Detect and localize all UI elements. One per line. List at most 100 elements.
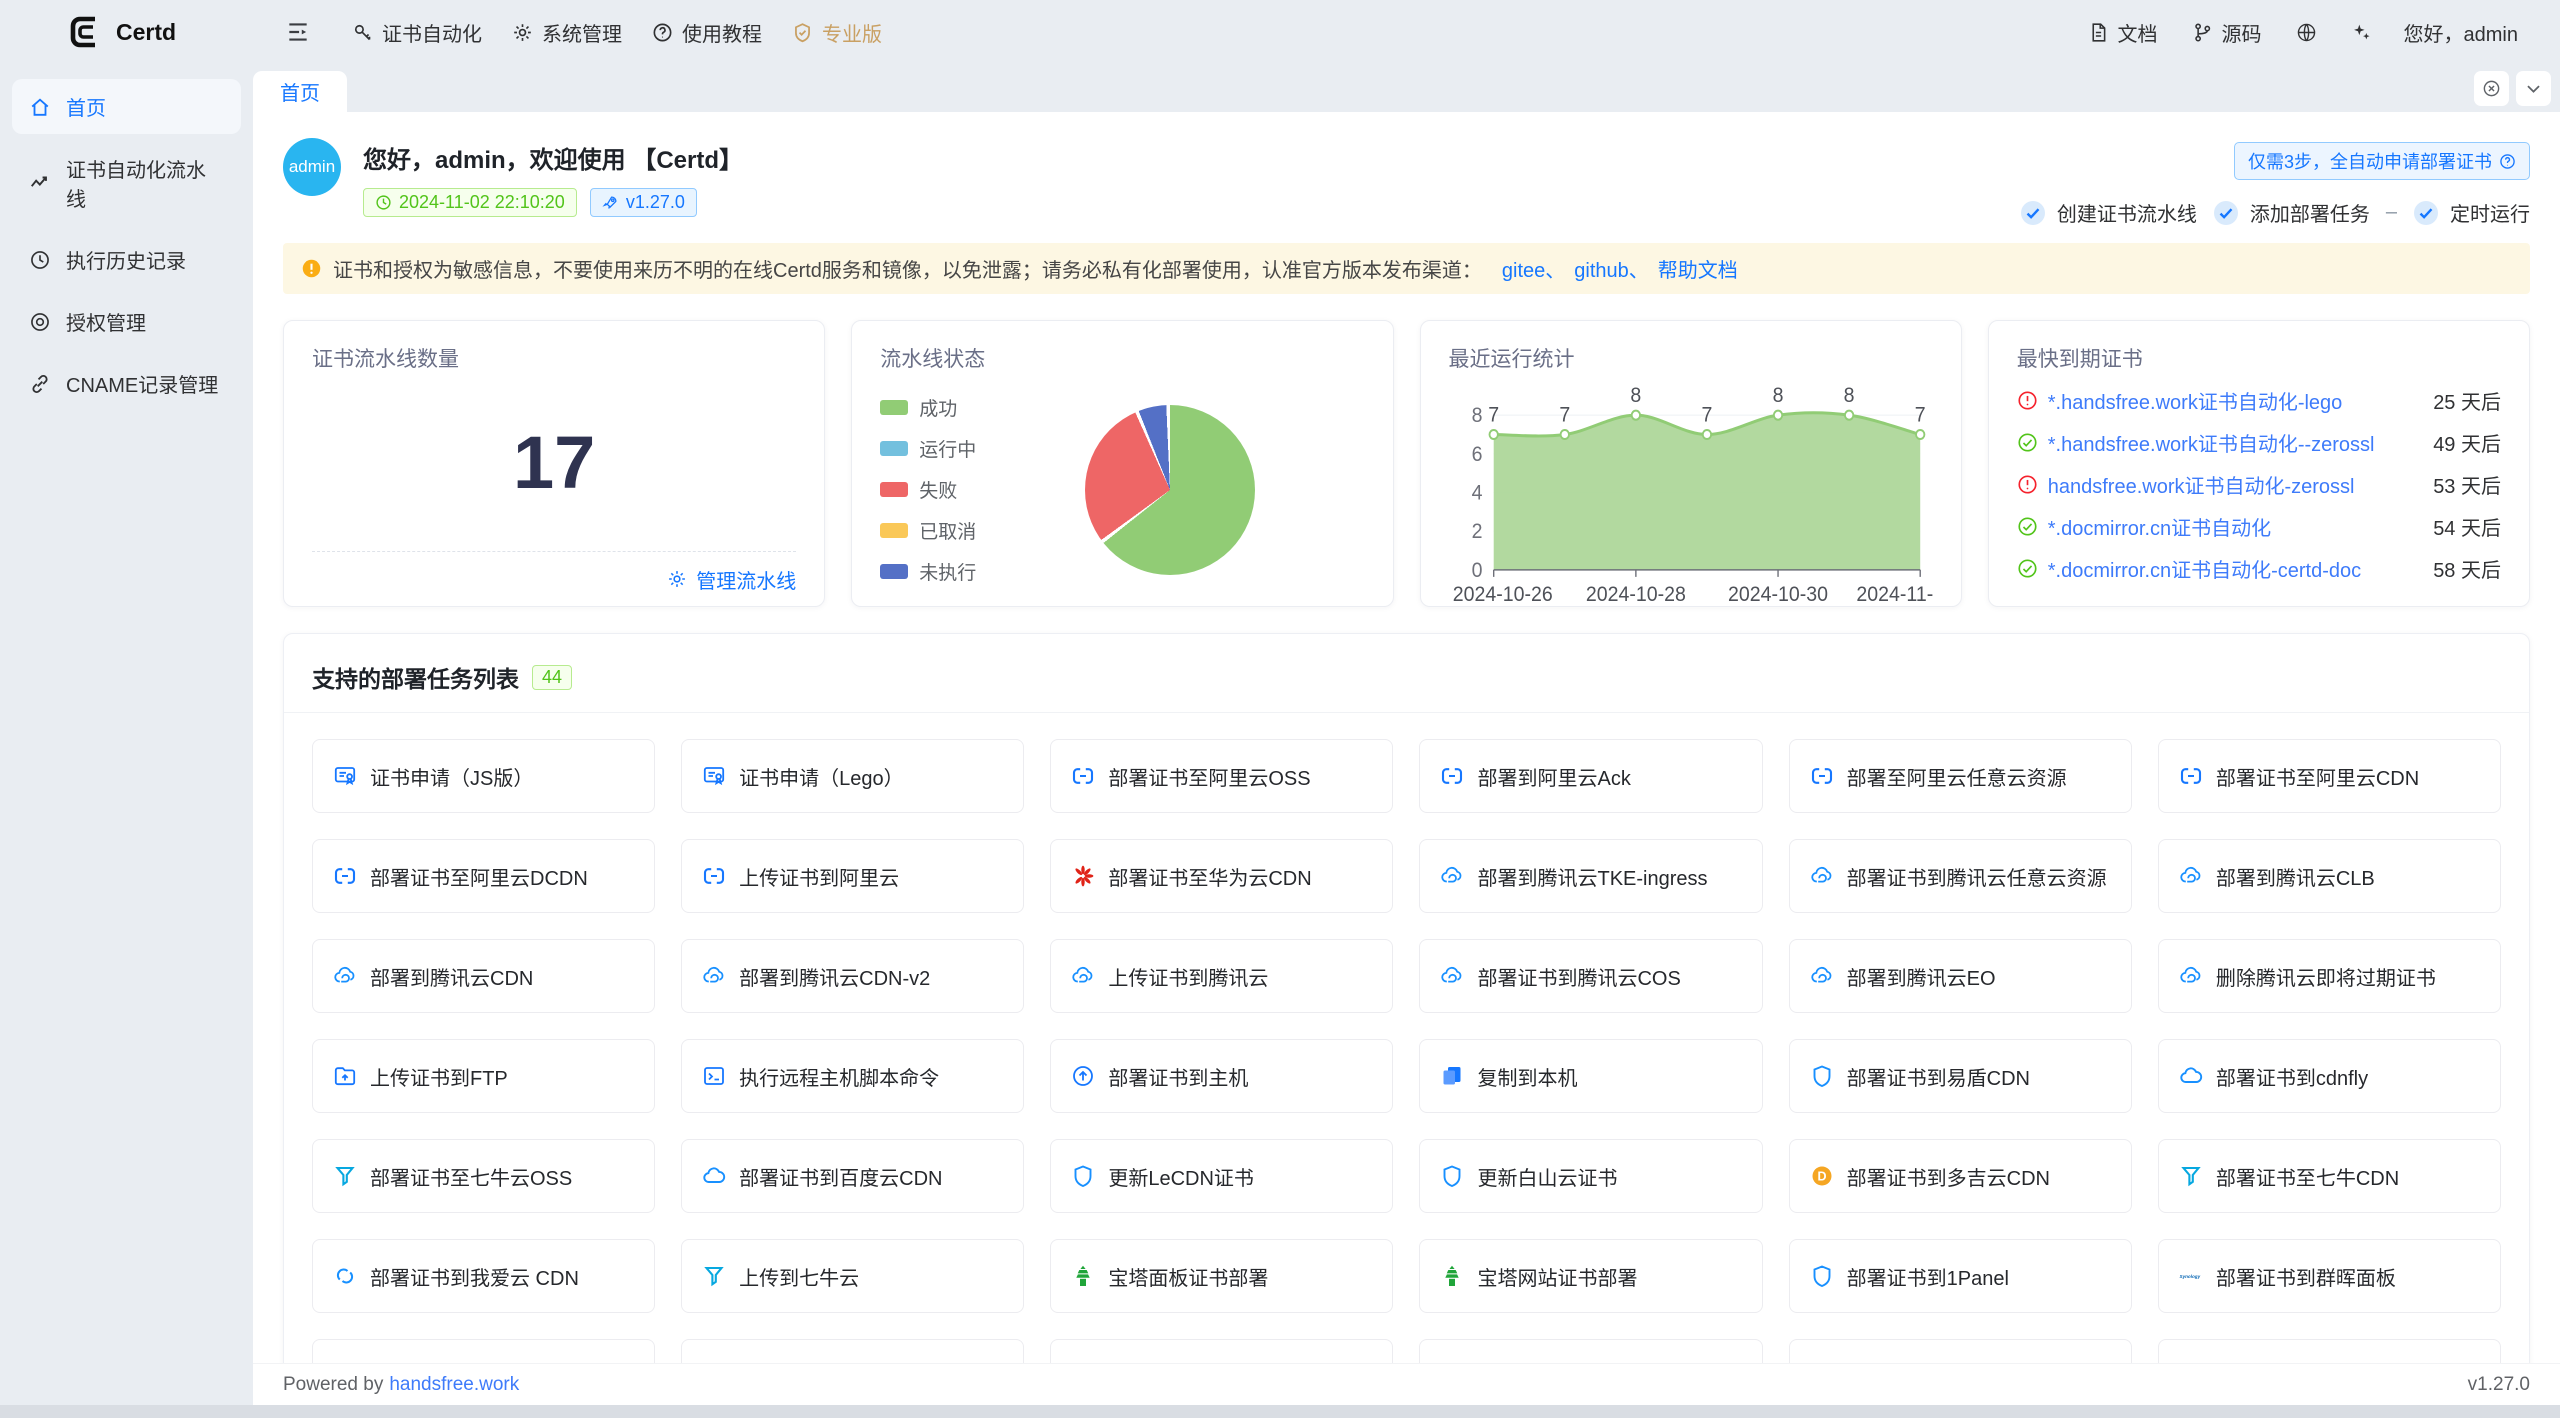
cert-link[interactable]: handsfree.work证书自动化-zerossl [2048,470,2355,499]
task-card[interactable]: 部署证书至华为云CDN [1050,839,1393,913]
nav-action[interactable] [2294,16,2319,49]
legend-item[interactable]: 成功 [880,394,976,421]
aliyun-icon [1071,764,1095,788]
cert-link[interactable]: *.handsfree.work证书自动化-lego [2048,386,2343,415]
tab-bar: 首页 [253,64,2560,112]
svg-text:Synology: Synology [2179,1274,2200,1279]
alert-link[interactable]: github、 [1574,260,1649,282]
task-card[interactable]: 部署到腾讯云CDN-v2 [681,939,1024,1013]
task-card[interactable]: 部署证书到易盾CDN [1789,1039,2132,1113]
nav-menu-item[interactable]: 使用教程 [637,9,777,56]
task-card[interactable]: 证书申请（Lego） [681,739,1024,813]
clock-icon [375,194,392,211]
task-card[interactable]: 执行远程主机脚本命令 [681,1039,1024,1113]
sidebar-item-label: 执行历史记录 [66,245,186,274]
task-card[interactable]: D部署证书到多吉云CDN [1789,1139,2132,1213]
task-card[interactable]: 部署证书至七牛CDN [2158,1139,2501,1213]
task-card[interactable]: 宝塔面板证书部署 [1050,1239,1393,1313]
task-card[interactable]: 复制到本机 [1419,1039,1762,1113]
home-icon [29,96,51,118]
task-card[interactable]: 删除腾讯云即将过期证书 [2158,939,2501,1013]
nav-menu-item[interactable]: 证书自动化 [337,9,497,56]
task-card[interactable]: 部署到腾讯云EO [1789,939,2132,1013]
task-card[interactable]: 部署证书到腾讯云COS [1419,939,1762,1013]
doge-icon: D [1810,1164,1834,1188]
ok-green-icon [2017,432,2038,453]
app-name: Certd [116,19,176,46]
svg-text:8: 8 [1772,384,1783,407]
tab-home[interactable]: 首页 [253,71,347,112]
task-card[interactable]: 部署到腾讯云CLB [2158,839,2501,913]
task-card[interactable]: 部署证书到cdnfly [2158,1039,2501,1113]
task-card[interactable]: 部署证书至阿里云CDN [2158,739,2501,813]
legend-item[interactable]: 未执行 [880,558,976,585]
cert-link[interactable]: *.docmirror.cn证书自动化 [2048,512,2271,541]
task-card[interactable]: 部署证书到我爱云 CDN [312,1239,655,1313]
task-card[interactable]: 部署证书到1Panel [1789,1239,2132,1313]
certd-logo-icon [68,14,104,50]
legend-item[interactable]: 失败 [880,476,976,503]
task-card[interactable]: 更新白山云证书 [1419,1139,1762,1213]
task-card[interactable]: 证书申请（JS版） [312,739,655,813]
task-card[interactable]: 上传证书到FTP [312,1039,655,1113]
user-greeting[interactable]: 您好，admin [2404,18,2518,47]
task-card[interactable]: 上传证书到阿里云 [681,839,1024,913]
task-card[interactable]: 部署证书到腾讯云任意云资源 [1789,839,2132,913]
days-left: 58 天后 [2419,554,2501,583]
tasks-grid: 证书申请（JS版） 证书申请（Lego） 部署证书至阿里云OSS 部署到阿里云Ack 部… [312,739,2501,1313]
aliyun-icon [1810,764,1834,788]
task-card[interactable]: 宝塔网站证书部署 [1419,1239,1762,1313]
close-circle-icon [2482,79,2501,98]
sidebar-item[interactable]: 证书自动化流水线 [12,141,241,225]
expiring-certs-card: 最快到期证书 *.handsfree.work证书自动化-lego25 天后*.… [1988,320,2530,607]
avatar[interactable]: admin [283,138,341,196]
logo-area: Certd [0,14,253,50]
sidebar-item[interactable]: CNAME记录管理 [12,356,241,411]
task-card[interactable]: 部署证书到主机 [1050,1039,1393,1113]
guide-pill[interactable]: 仅需3步，全自动申请部署证书 [2234,142,2530,180]
tab-menu-button[interactable] [2516,71,2551,106]
task-card[interactable]: Synology部署证书到群晖面板 [2158,1239,2501,1313]
welcome-section: admin 您好，admin，欢迎使用 【Certd】 2024-11-02 2… [283,112,2530,227]
svg-text:7: 7 [1914,404,1925,427]
svg-text:D: D [1817,1170,1826,1184]
task-card[interactable]: 部署至阿里云任意云资源 [1789,739,2132,813]
nav-action[interactable]: 文档 [2086,12,2160,53]
task-card[interactable]: 部署到腾讯云TKE-ingress [1419,839,1762,913]
deploy-tasks-panel: 支持的部署任务列表 44 证书申请（JS版）证书申请（Lego）部署证书至阿里云… [283,633,2530,1363]
sidebar-item[interactable]: 首页 [12,79,241,134]
task-card[interactable]: 部署证书至阿里云OSS [1050,739,1393,813]
task-label: 部署证书到我爱云 CDN [370,1262,579,1291]
cert-link[interactable]: *.handsfree.work证书自动化--zerossl [2048,428,2375,457]
copy-icon [1440,1064,1464,1088]
nav-menu-item[interactable]: 专业版 [777,9,897,56]
task-card[interactable]: 部署到阿里云Ack [1419,739,1762,813]
rocket-icon [602,194,619,211]
task-card[interactable]: 部署证书至阿里云DCDN [312,839,655,913]
task-card[interactable]: 上传到七牛云 [681,1239,1024,1313]
sidebar-item[interactable]: 授权管理 [12,294,241,349]
task-label: 部署到腾讯云CDN-v2 [739,962,930,991]
task-card[interactable]: 部署到腾讯云CDN [312,939,655,1013]
nav-action[interactable]: 源码 [2190,12,2264,53]
manage-pipelines-link[interactable]: 管理流水线 [312,552,796,606]
sidebar-item[interactable]: 执行历史记录 [12,232,241,287]
alert-link[interactable]: gitee、 [1502,260,1565,282]
menu-fold-icon[interactable] [285,19,311,45]
close-tab-button[interactable] [2474,71,2509,106]
aliyun-icon [702,864,726,888]
legend-item[interactable]: 运行中 [880,435,976,462]
task-card[interactable]: 部署证书到百度云CDN [681,1139,1024,1213]
task-card[interactable]: 更新LeCDN证书 [1050,1139,1393,1213]
synology-icon: Synology [2179,1264,2203,1288]
alert-link[interactable]: 帮助文档 [1658,260,1738,282]
task-label: 删除腾讯云即将过期证书 [2216,962,2436,991]
legend-item[interactable]: 已取消 [880,517,976,544]
cert-link[interactable]: *.docmirror.cn证书自动化-certd-doc [2048,554,2361,583]
handsfree-link[interactable]: handsfree.work [389,1374,519,1396]
nav-action[interactable] [2349,16,2374,49]
task-card[interactable]: 部署证书至七牛云OSS [312,1139,655,1213]
days-left: 53 天后 [2419,470,2501,499]
nav-menu-item[interactable]: 系统管理 [497,9,637,56]
task-card[interactable]: 上传证书到腾讯云 [1050,939,1393,1013]
